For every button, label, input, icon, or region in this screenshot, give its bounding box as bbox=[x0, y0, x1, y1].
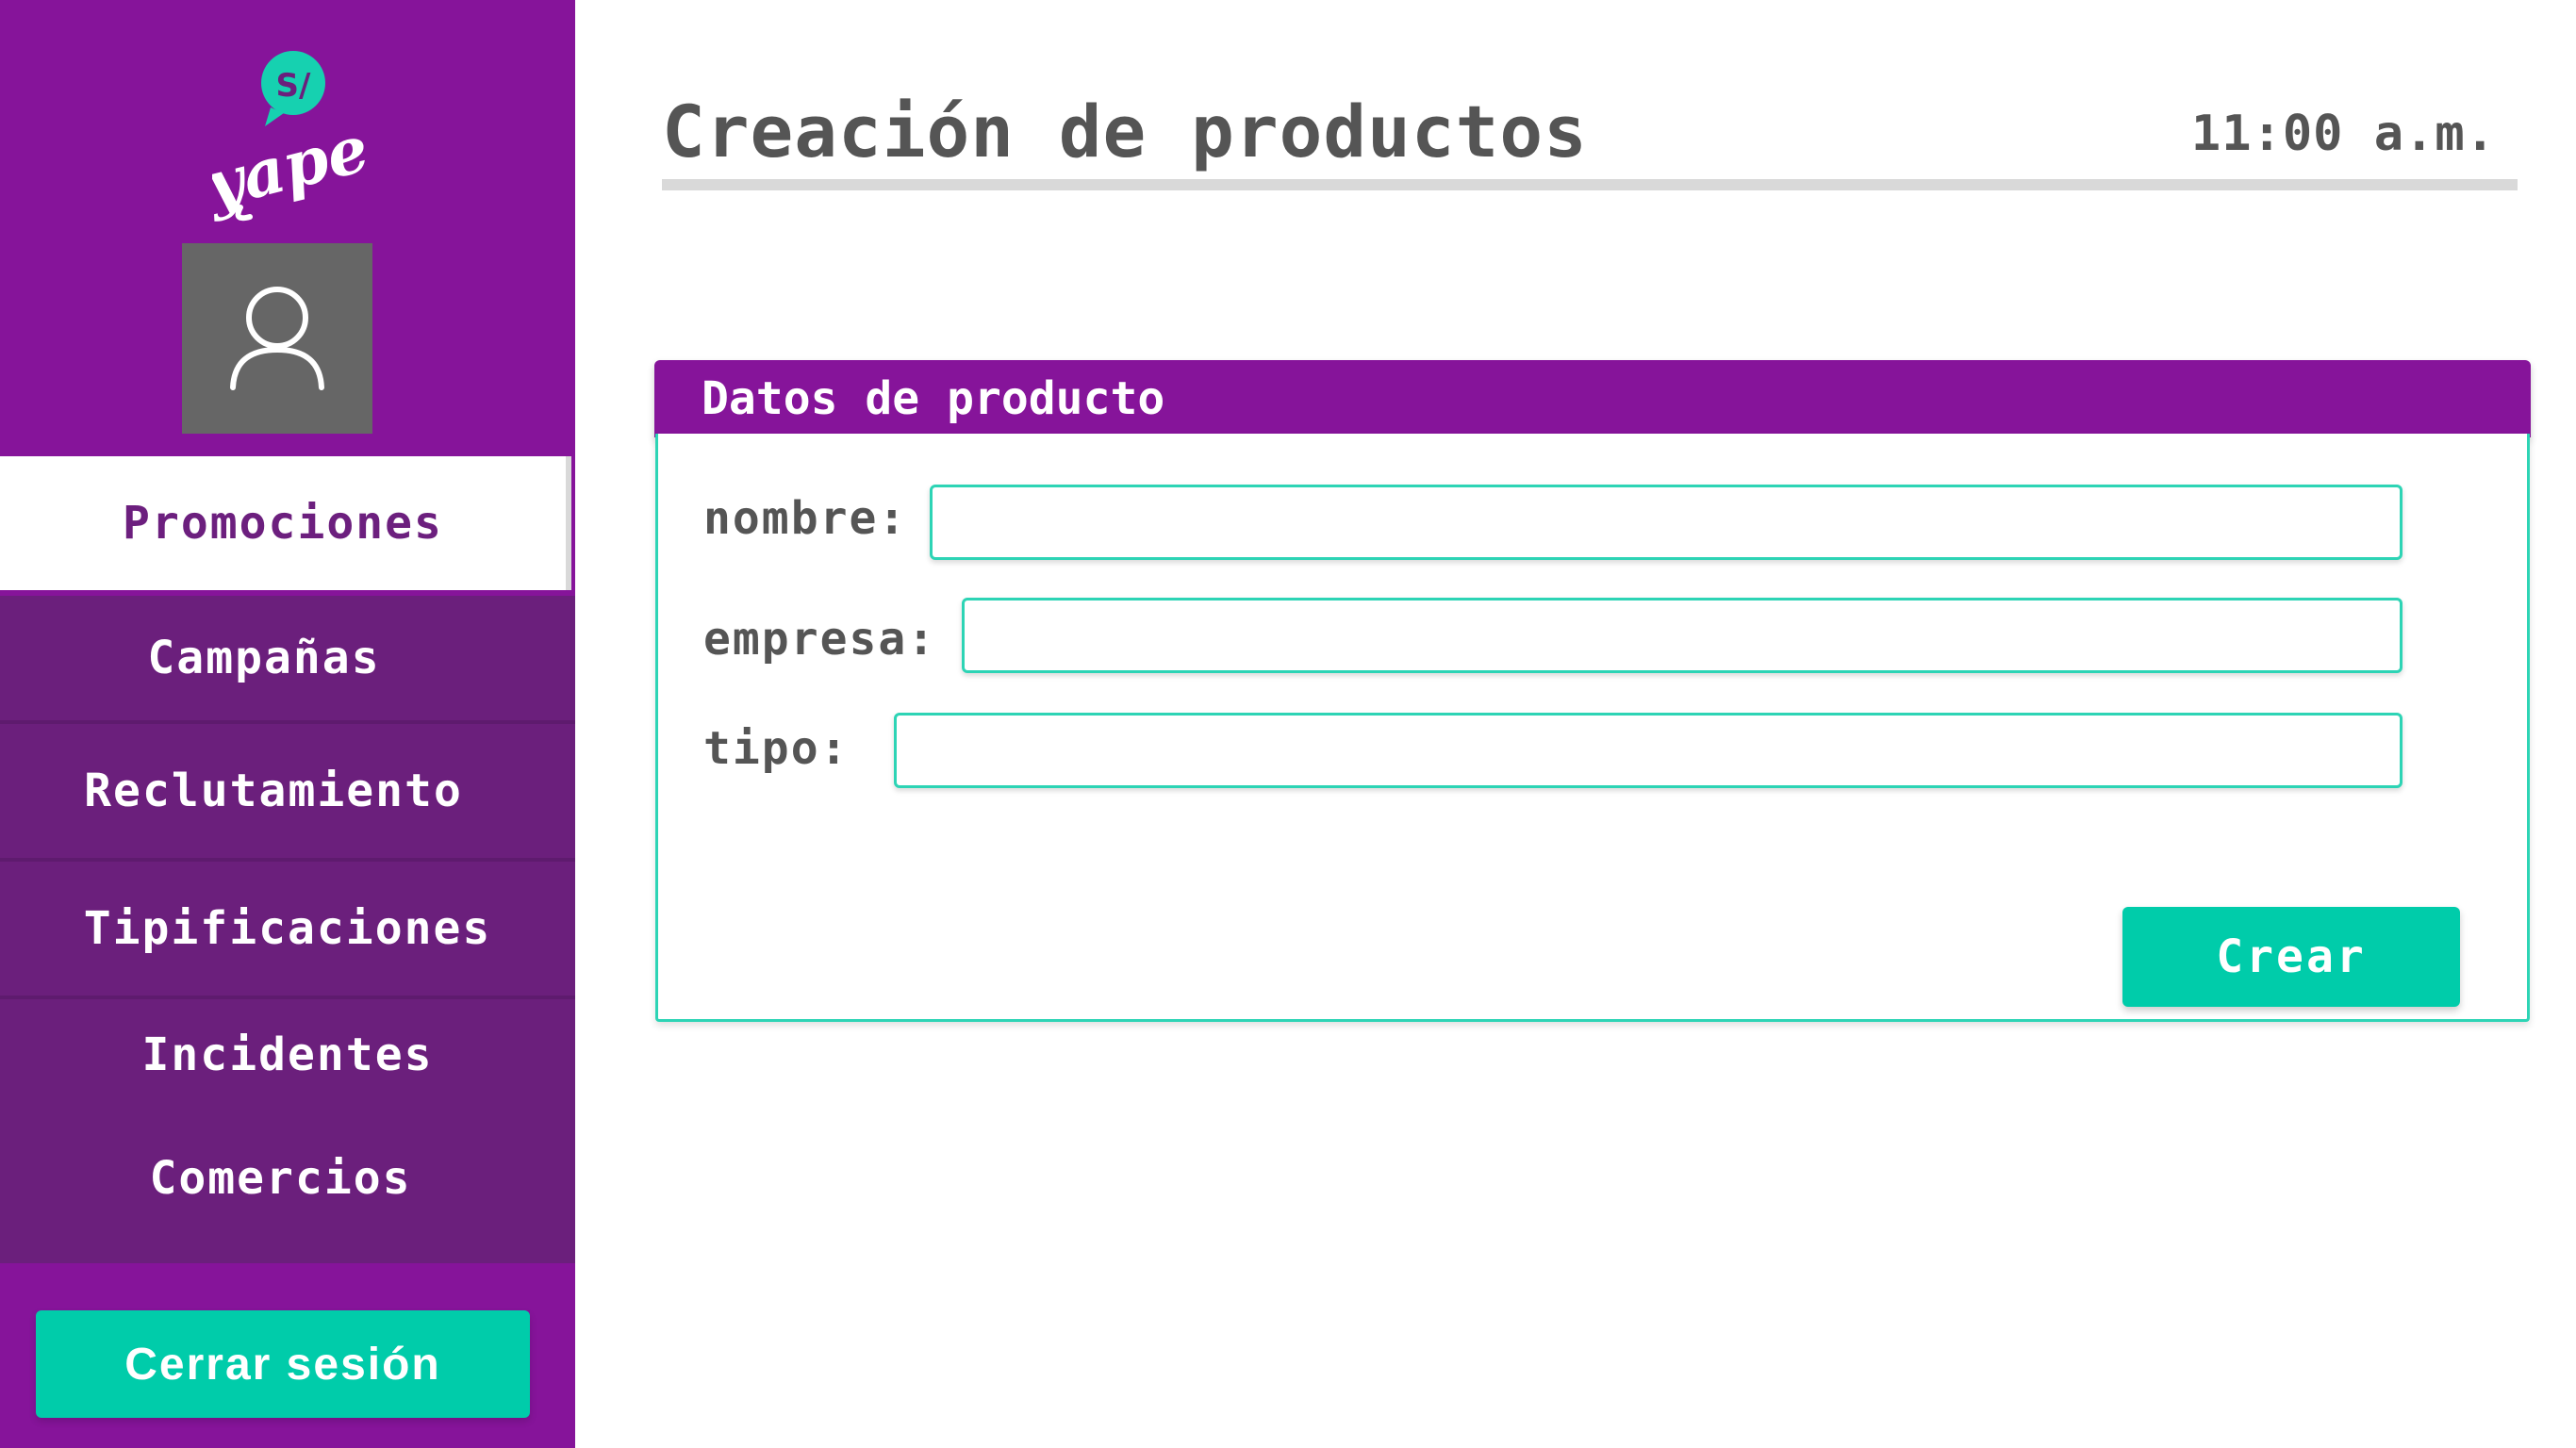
sidebar-item-label: Promociones bbox=[123, 497, 443, 550]
tipo-label: tipo: bbox=[703, 722, 850, 775]
form-card-header: Datos de producto bbox=[654, 360, 2531, 437]
sidebar-item-tipificaciones[interactable]: Tipificaciones bbox=[0, 862, 575, 996]
sidebar-item-label: Tipificaciones bbox=[83, 902, 492, 955]
create-button-label: Crear bbox=[2216, 930, 2367, 983]
create-button[interactable]: Crear bbox=[2122, 907, 2460, 1007]
clock: 11:00 a.m. bbox=[2190, 106, 2496, 162]
form-title: Datos de producto bbox=[702, 372, 1165, 425]
sidebar-item-campanas[interactable]: Campañas bbox=[0, 596, 575, 720]
logout-label: Cerrar sesión bbox=[124, 1339, 441, 1390]
page-title: Creación de productos bbox=[662, 90, 1588, 173]
logo-symbol: S/ bbox=[276, 67, 311, 105]
logout-button[interactable]: Cerrar sesión bbox=[36, 1310, 530, 1418]
sidebar-item-incidentes[interactable]: Incidentes bbox=[0, 999, 575, 1111]
empresa-label: empresa: bbox=[703, 613, 937, 666]
title-divider bbox=[662, 179, 2518, 190]
sidebar-item-label: Incidentes bbox=[141, 1028, 434, 1081]
empresa-input[interactable] bbox=[962, 598, 2403, 673]
tipo-input[interactable] bbox=[894, 713, 2403, 788]
yape-logo: S/ yape bbox=[196, 47, 376, 226]
avatar[interactable] bbox=[182, 243, 372, 434]
sidebar-item-label: Comercios bbox=[149, 1152, 412, 1205]
sidebar-item-label: Campañas bbox=[147, 632, 381, 684]
nombre-label: nombre: bbox=[703, 492, 908, 545]
sidebar-item-reclutamiento[interactable]: Reclutamiento bbox=[0, 724, 575, 858]
sidebar: S/ yape Promociones Campañas Reclutamien… bbox=[0, 0, 575, 1448]
sidebar-item-label: Reclutamiento bbox=[84, 765, 463, 817]
logo-text: yape bbox=[212, 111, 372, 224]
nombre-input[interactable] bbox=[930, 485, 2403, 560]
sidebar-item-comercios[interactable]: Comercios bbox=[0, 1111, 575, 1263]
user-icon bbox=[230, 287, 324, 390]
sidebar-item-promociones[interactable]: Promociones bbox=[0, 456, 571, 590]
